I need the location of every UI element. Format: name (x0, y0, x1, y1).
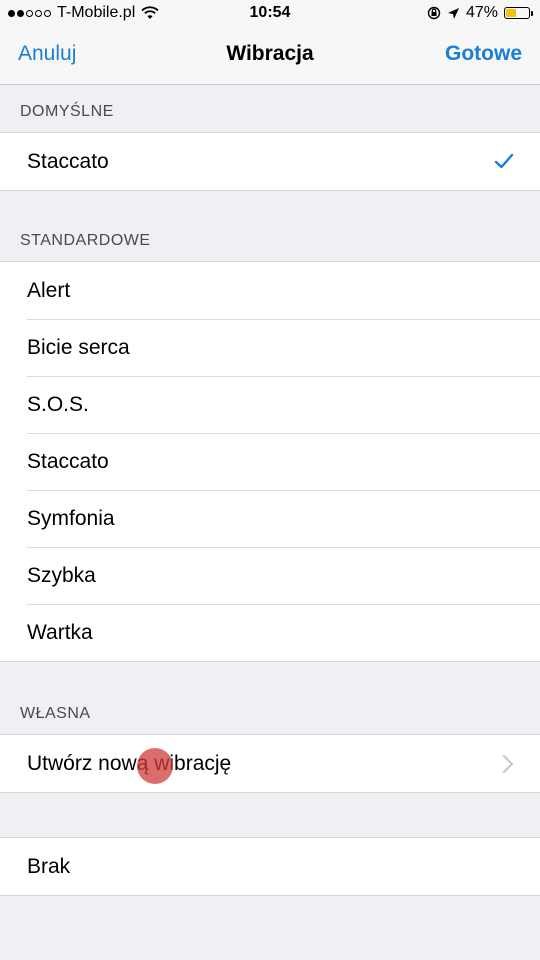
list-item[interactable]: Szybka (0, 547, 540, 604)
list-item[interactable]: S.O.S. (0, 376, 540, 433)
list-item-label: Alert (27, 278, 71, 302)
battery-fill (506, 9, 516, 17)
touch-indicator (137, 748, 173, 784)
list-item-label: S.O.S. (27, 392, 89, 416)
list-item[interactable]: Symfonia (0, 490, 540, 547)
section-header-custom: WŁASNA (20, 705, 91, 722)
status-right: 47% (427, 4, 533, 22)
create-vibration-button[interactable]: Utwórz nową wibrację (0, 735, 540, 792)
navigation-bar: Anuluj Wibracja Gotowe (0, 28, 540, 85)
none-group: Brak (0, 837, 540, 896)
list-item-none[interactable]: Brak (0, 838, 540, 895)
list-item-label: Staccato (27, 149, 109, 173)
list-item[interactable]: Bicie serca (0, 319, 540, 376)
list-item-label: Utwórz nową wibrację (27, 751, 232, 775)
status-bar: T-Mobile.pl 10:54 47% (0, 0, 540, 28)
checkmark-icon (494, 153, 514, 169)
list-item-default-staccato[interactable]: Staccato (0, 133, 540, 190)
section-header-standard: STANDARDOWE (20, 232, 151, 249)
section-header-default: DOMYŚLNE (20, 103, 114, 120)
list-item-label: Symfonia (27, 506, 115, 530)
list-item-label: Wartka (27, 620, 93, 644)
list-item-label: Brak (27, 854, 71, 878)
orientation-lock-icon (427, 6, 441, 20)
custom-group: Utwórz nową wibrację (0, 734, 540, 793)
done-button[interactable]: Gotowe (445, 42, 522, 66)
chevron-right-icon (503, 755, 513, 773)
list-item-label: Bicie serca (27, 335, 130, 359)
default-group: Staccato (0, 132, 540, 191)
list-item[interactable]: Alert (0, 262, 540, 319)
list-item-label: Staccato (27, 449, 109, 473)
battery-percent: 47% (465, 4, 498, 21)
location-arrow-icon (447, 7, 459, 19)
list-item[interactable]: Wartka (0, 604, 540, 661)
list-item-label: Szybka (27, 563, 96, 587)
standard-group: Alert Bicie serca S.O.S. Staccato Symfon… (0, 261, 540, 662)
list-item[interactable]: Staccato (0, 433, 540, 490)
battery-icon (504, 7, 533, 19)
